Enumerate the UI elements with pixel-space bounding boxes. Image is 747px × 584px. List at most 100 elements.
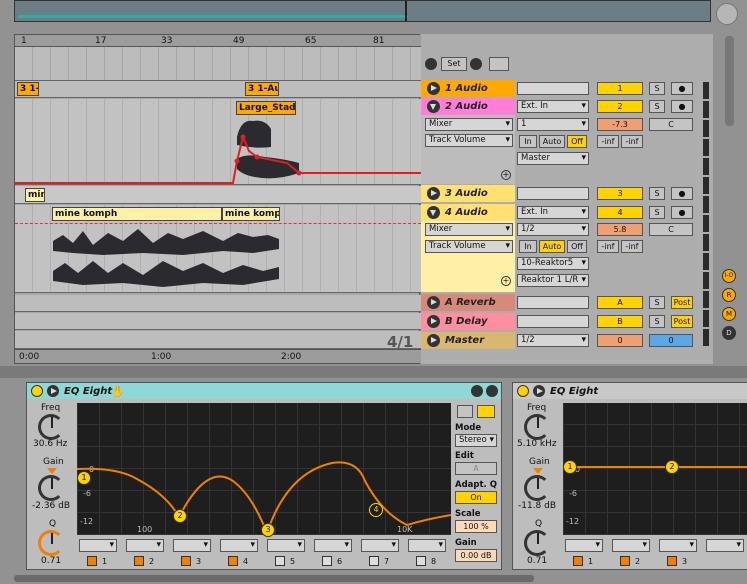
band-handle[interactable]: 1 — [563, 460, 577, 474]
input-channel-select[interactable]: 1/2 — [517, 223, 589, 236]
output-gain-field[interactable]: 0.00 dB — [455, 549, 497, 562]
input-channel-select[interactable]: 1 — [517, 118, 589, 131]
solo-button[interactable]: S — [649, 187, 665, 200]
band-toggle[interactable] — [134, 556, 144, 566]
device-chain-scrollbar[interactable] — [14, 575, 534, 582]
solo-button[interactable]: S — [649, 206, 665, 219]
track-lane-3[interactable] — [15, 186, 421, 204]
track-lane-b[interactable] — [15, 313, 421, 330]
back-arrow-icon[interactable] — [425, 58, 437, 70]
band-toggle[interactable] — [322, 556, 332, 566]
input-slot[interactable] — [517, 296, 589, 309]
filter-type-select[interactable] — [408, 539, 446, 552]
pause-circle-icon[interactable] — [716, 3, 738, 25]
arm-button[interactable]: ● — [671, 187, 693, 200]
freq-knob[interactable] — [524, 414, 550, 440]
track-activator[interactable]: B — [597, 315, 643, 328]
track-activator[interactable]: 3 — [597, 187, 643, 200]
filter-type-select[interactable] — [267, 539, 305, 552]
set-button[interactable]: Set — [441, 57, 467, 71]
band-toggle[interactable] — [573, 556, 583, 566]
play-triangle-icon[interactable] — [427, 334, 440, 347]
automation-device-select[interactable]: Mixer — [425, 118, 513, 131]
filter-type-select[interactable] — [565, 539, 603, 552]
fold-device-icon[interactable] — [47, 385, 59, 397]
input-type-select[interactable]: Ext. In — [517, 206, 589, 219]
clip[interactable]: mine kompl — [222, 207, 280, 221]
monitor-auto-button[interactable]: Auto — [539, 135, 565, 148]
save-preset-icon[interactable] — [471, 385, 483, 397]
output-channel-select[interactable]: Reaktor 1 L/R — [517, 274, 589, 287]
monitor-auto-button[interactable]: Auto — [539, 240, 565, 253]
forward-arrow-icon[interactable] — [470, 58, 482, 70]
filter-type-select[interactable] — [126, 539, 164, 552]
monitor-off-button[interactable]: Off — [567, 135, 587, 148]
send-b-field[interactable]: -inf — [621, 135, 643, 148]
solo-button[interactable]: S — [649, 296, 665, 309]
bar-ruler[interactable]: 1 17 33 49 65 81 — [15, 35, 421, 47]
lock-button[interactable] — [489, 57, 509, 71]
filter-type-select[interactable] — [314, 539, 352, 552]
output-select[interactable]: Master — [517, 152, 589, 165]
band-toggle[interactable] — [369, 556, 379, 566]
solo-button[interactable]: S — [649, 100, 665, 113]
play-triangle-icon[interactable] — [427, 187, 440, 200]
volume-field[interactable]: -7.3 — [597, 118, 643, 131]
band-toggle[interactable] — [228, 556, 238, 566]
freq-knob[interactable] — [38, 414, 64, 440]
arm-button[interactable]: ● — [671, 82, 693, 95]
play-triangle-icon[interactable] — [427, 82, 440, 95]
input-type-select[interactable]: Ext. In — [517, 100, 589, 113]
mode-select[interactable]: Stereo — [455, 434, 497, 447]
hot-swap-icon[interactable] — [486, 385, 498, 397]
arm-button[interactable]: ● — [671, 206, 693, 219]
clip[interactable]: 3 1-Au — [245, 82, 279, 96]
spectrum-icon[interactable] — [477, 405, 495, 418]
mixer-toggle-button[interactable]: M — [722, 307, 736, 321]
fold-device-icon[interactable] — [533, 385, 545, 397]
overview-strip[interactable] — [14, 0, 711, 22]
band-handle[interactable]: 2 — [173, 509, 187, 523]
fold-triangle-icon[interactable] — [427, 206, 440, 219]
clip[interactable]: min — [25, 188, 45, 202]
monitor-in-button[interactable]: In — [519, 135, 537, 148]
automation-device-select[interactable]: Mixer — [425, 223, 513, 236]
filter-type-select[interactable] — [706, 539, 744, 552]
filter-type-select[interactable] — [220, 539, 258, 552]
pan-field[interactable]: C — [649, 223, 693, 236]
audition-icon[interactable] — [457, 405, 473, 418]
device-power-icon[interactable] — [517, 385, 529, 397]
input-slot[interactable] — [517, 82, 589, 95]
arm-button[interactable]: ● — [671, 100, 693, 113]
add-lane-icon[interactable]: + — [501, 170, 511, 180]
post-button[interactable]: Post — [671, 296, 693, 309]
add-lane-icon[interactable]: + — [501, 276, 511, 286]
band-handle[interactable]: 1 — [77, 471, 91, 485]
post-button[interactable]: Post — [671, 315, 693, 328]
band-toggle[interactable] — [416, 556, 426, 566]
input-slot[interactable] — [517, 187, 589, 200]
pan-field[interactable]: C — [649, 118, 693, 131]
filter-type-select[interactable] — [659, 539, 697, 552]
device-power-icon[interactable] — [31, 385, 43, 397]
track-activator[interactable]: A — [597, 296, 643, 309]
automation-envelope[interactable] — [15, 99, 421, 185]
filter-type-select[interactable] — [79, 539, 117, 552]
eq-curve-display[interactable]: 0 -6 -12 1 2 — [563, 403, 747, 535]
automation-param-select[interactable]: Track Volume — [425, 134, 513, 147]
play-triangle-icon[interactable] — [427, 296, 440, 309]
monitor-off-button[interactable]: Off — [567, 240, 587, 253]
scale-field[interactable]: 100 % — [455, 520, 497, 533]
band-handle[interactable]: 2 — [665, 460, 679, 474]
time-ruler[interactable]: 0:00 1:00 2:00 — [15, 349, 421, 363]
device-title-bar[interactable] — [513, 383, 747, 399]
returns-toggle-button[interactable]: R — [722, 288, 736, 302]
adapt-q-button[interactable]: On — [455, 491, 497, 504]
track-lane-master[interactable] — [15, 331, 421, 349]
io-toggle-button[interactable]: I-O — [722, 269, 736, 283]
band-toggle[interactable] — [87, 556, 97, 566]
send-a-field[interactable]: -inf — [597, 240, 619, 253]
track-activator[interactable]: 1 — [597, 82, 643, 95]
delay-toggle-button[interactable]: D — [722, 326, 736, 340]
band-toggle[interactable] — [275, 556, 285, 566]
